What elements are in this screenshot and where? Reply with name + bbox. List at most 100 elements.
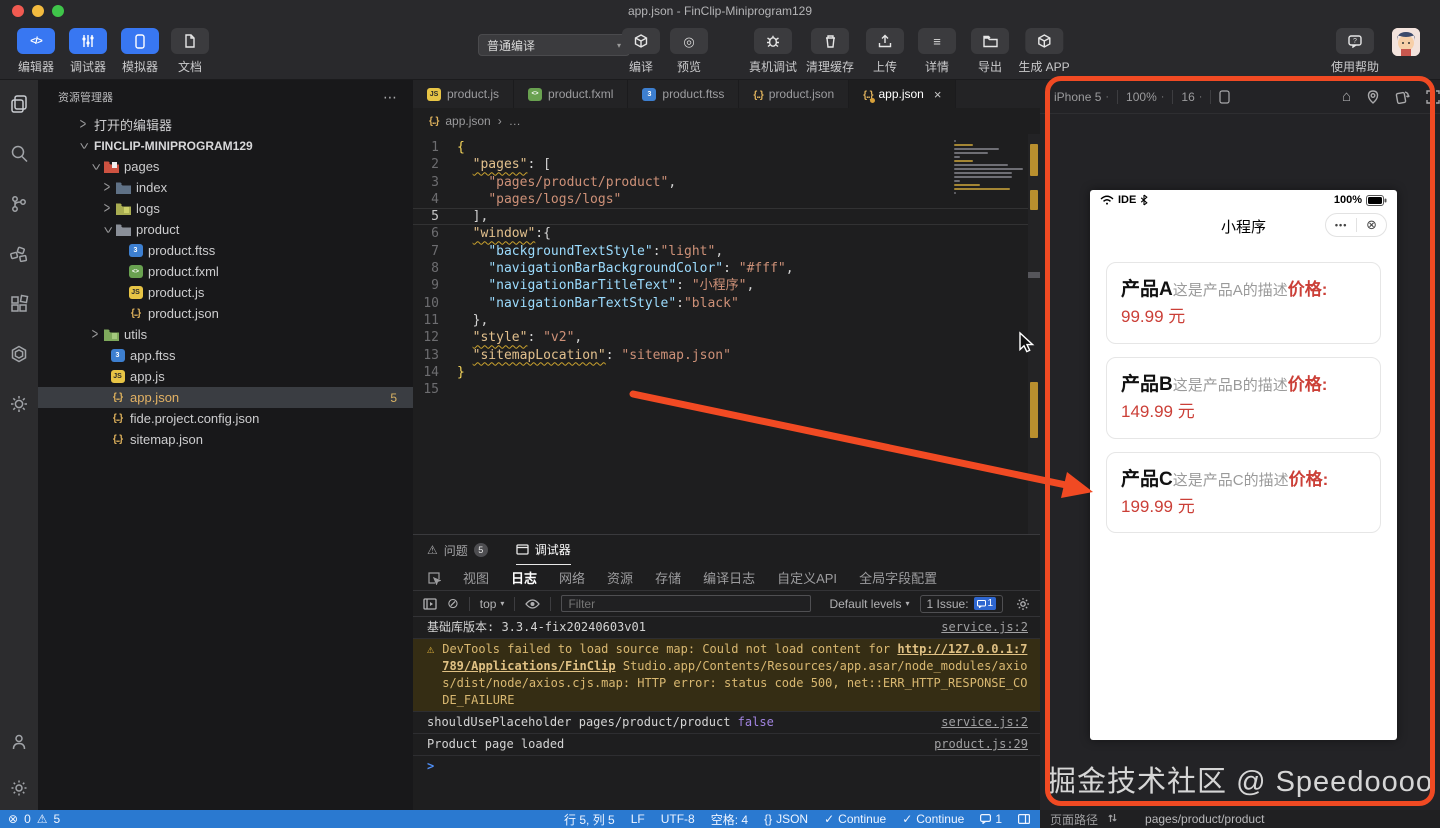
device-debug-button[interactable]: 真机调试 [749,28,797,75]
product-card-c[interactable]: 产品C这是产品C的描述价格: 199.99 元 [1106,451,1381,534]
editor-button[interactable]: </> 编辑器 [17,28,55,75]
file-fide-project-config[interactable]: {..} fide.project.config.json [38,408,413,429]
docs-button[interactable]: 文档 [171,28,209,75]
device-select[interactable]: iPhone 5 · [1054,90,1109,104]
filter-input[interactable] [561,595,812,612]
deploy-icon[interactable] [7,242,31,266]
devtab-compile-log[interactable]: 编译日志 [703,568,755,587]
continue-status-2[interactable]: ✓ Continue [902,812,964,826]
file-product-fxml[interactable]: <> product.fxml [38,261,413,282]
devtab-storage[interactable]: 存储 [655,568,681,587]
devtab-global-fields[interactable]: 全局字段配置 [859,568,937,587]
location-icon[interactable] [1367,89,1379,104]
folder-index[interactable]: > index [38,177,413,198]
issues-chip[interactable]: 1 Issue: 1 [919,594,1004,613]
indent-indicator[interactable]: 空格: 4 [711,811,748,828]
cursor-position[interactable]: 行 5, 列 5 [564,811,615,828]
clear-console-icon[interactable]: ⊘ [447,595,459,612]
log-levels-select[interactable]: Default levels ▾ [829,597,909,611]
plugin-hex-icon[interactable] [7,342,31,366]
file-sitemap-json[interactable]: {..} sitemap.json [38,429,413,450]
breadcrumb[interactable]: {..} app.json › … [413,108,1040,134]
minimap[interactable] [954,140,1026,200]
tab-product-ftss[interactable]: 3 product.ftss [628,80,740,108]
compile-button[interactable]: 编译 [622,28,660,75]
devtab-network[interactable]: 网络 [559,568,585,587]
eye-icon[interactable] [525,598,541,609]
folder-product[interactable]: > product [38,219,413,240]
swap-path-icon[interactable] [1108,812,1117,826]
close-tab-icon[interactable]: × [934,87,942,102]
encoding-indicator[interactable]: UTF-8 [661,812,695,826]
close-miniprogram-icon[interactable]: ⊗ [1366,217,1377,233]
zoom-select[interactable]: 100% · [1126,90,1164,104]
editor-scrollbar[interactable] [1028,134,1040,534]
language-indicator[interactable]: {} JSON [764,812,808,826]
tab-product-json[interactable]: {..} product.json [739,80,850,108]
details-button[interactable]: ≡ 详情 [918,28,956,75]
capsule-menu[interactable]: ••• ⊗ [1325,213,1387,237]
source-link[interactable]: product.js:29 [918,736,1028,753]
more-menu-icon[interactable]: ••• [1335,220,1347,230]
console-prompt[interactable]: > [413,756,1040,773]
help-button[interactable]: ? 使用帮助 [1331,28,1379,75]
search-icon[interactable] [7,142,31,166]
tab-product-fxml[interactable]: <> product.fxml [514,80,629,108]
file-app-js[interactable]: JS app.js [38,366,413,387]
compile-mode-select[interactable]: 普通编译 ▾ [478,34,630,56]
devtab-view[interactable]: 视图 [463,568,489,587]
more-actions-icon[interactable]: ⋯ [383,89,397,106]
theme-icon[interactable] [7,392,31,416]
source-link[interactable]: service.js:2 [925,714,1028,731]
extensions-icon[interactable] [7,292,31,316]
console-settings-gear-icon[interactable] [1016,597,1030,611]
debugger-button[interactable]: 调试器 [69,28,107,75]
dock-panel-icon[interactable] [423,597,437,610]
code-editor[interactable]: 1{2 "pages": [3 "pages/product/product",… [413,134,1040,534]
layout-icon-button[interactable] [1018,814,1030,824]
tab-app-json[interactable]: {..} app.json × [849,80,957,108]
product-card-b[interactable]: 产品B这是产品B的描述价格: 149.99 元 [1106,356,1381,439]
problems-status[interactable]: ⊗ 0 ⚠ 5 [0,810,413,828]
scan-icon[interactable] [1426,89,1440,104]
clear-cache-button[interactable]: 清理缓存 [806,28,854,75]
devtab-resources[interactable]: 资源 [607,568,633,587]
devtab-log[interactable]: 日志 [511,568,537,587]
fontsize-select[interactable]: 16 · [1181,90,1202,104]
devtab-custom-api[interactable]: 自定义API [777,568,837,587]
home-icon[interactable]: ⌂ [1342,88,1351,105]
upload-button[interactable]: 上传 [866,28,904,75]
folder-pages[interactable]: > pages [38,156,413,177]
folder-utils[interactable]: > utils [38,324,413,345]
eol-indicator[interactable]: LF [631,812,645,826]
explorer-icon[interactable] [7,92,31,116]
file-app-json[interactable]: {..} app.json 5 [38,387,413,408]
source-link[interactable]: service.js:2 [925,619,1028,636]
project-root-folder[interactable]: > FINCLIP-MINIPROGRAM129 [38,135,413,156]
preview-button[interactable]: ◎ 预览 [670,28,708,75]
notifications[interactable]: 1 [980,812,1002,826]
user-avatar[interactable] [1392,28,1420,56]
settings-gear-icon[interactable] [7,776,31,800]
generate-app-button[interactable]: 生成 APP [1018,28,1070,75]
scrollbar-thumb[interactable] [1028,272,1040,278]
rotate-device-icon[interactable] [1395,90,1410,104]
tab-product-js[interactable]: JS product.js [413,80,515,108]
simulator-button[interactable]: 模拟器 [121,28,159,75]
device-frame-icon[interactable] [1219,89,1231,104]
inspect-icon[interactable] [427,571,441,585]
file-app-ftss[interactable]: 3 app.ftss [38,345,413,366]
file-product-js[interactable]: JS product.js [38,282,413,303]
context-select[interactable]: top ▾ [480,597,505,611]
source-control-icon[interactable] [7,192,31,216]
file-product-ftss[interactable]: 3 product.ftss [38,240,413,261]
file-product-json[interactable]: {..} product.json [38,303,413,324]
folder-logs[interactable]: > logs [38,198,413,219]
product-card-a[interactable]: 产品A这是产品A的描述价格: 99.99 元 [1106,262,1381,344]
debugger-tab[interactable]: 调试器 [515,535,571,565]
account-icon[interactable] [7,730,31,754]
problems-tab[interactable]: ⚠ 问题 5 [427,535,488,565]
export-button[interactable]: 导出 [971,28,1009,75]
open-editors-section[interactable]: > 打开的编辑器 [38,114,413,135]
continue-status-1[interactable]: ✓ Continue [824,812,886,826]
